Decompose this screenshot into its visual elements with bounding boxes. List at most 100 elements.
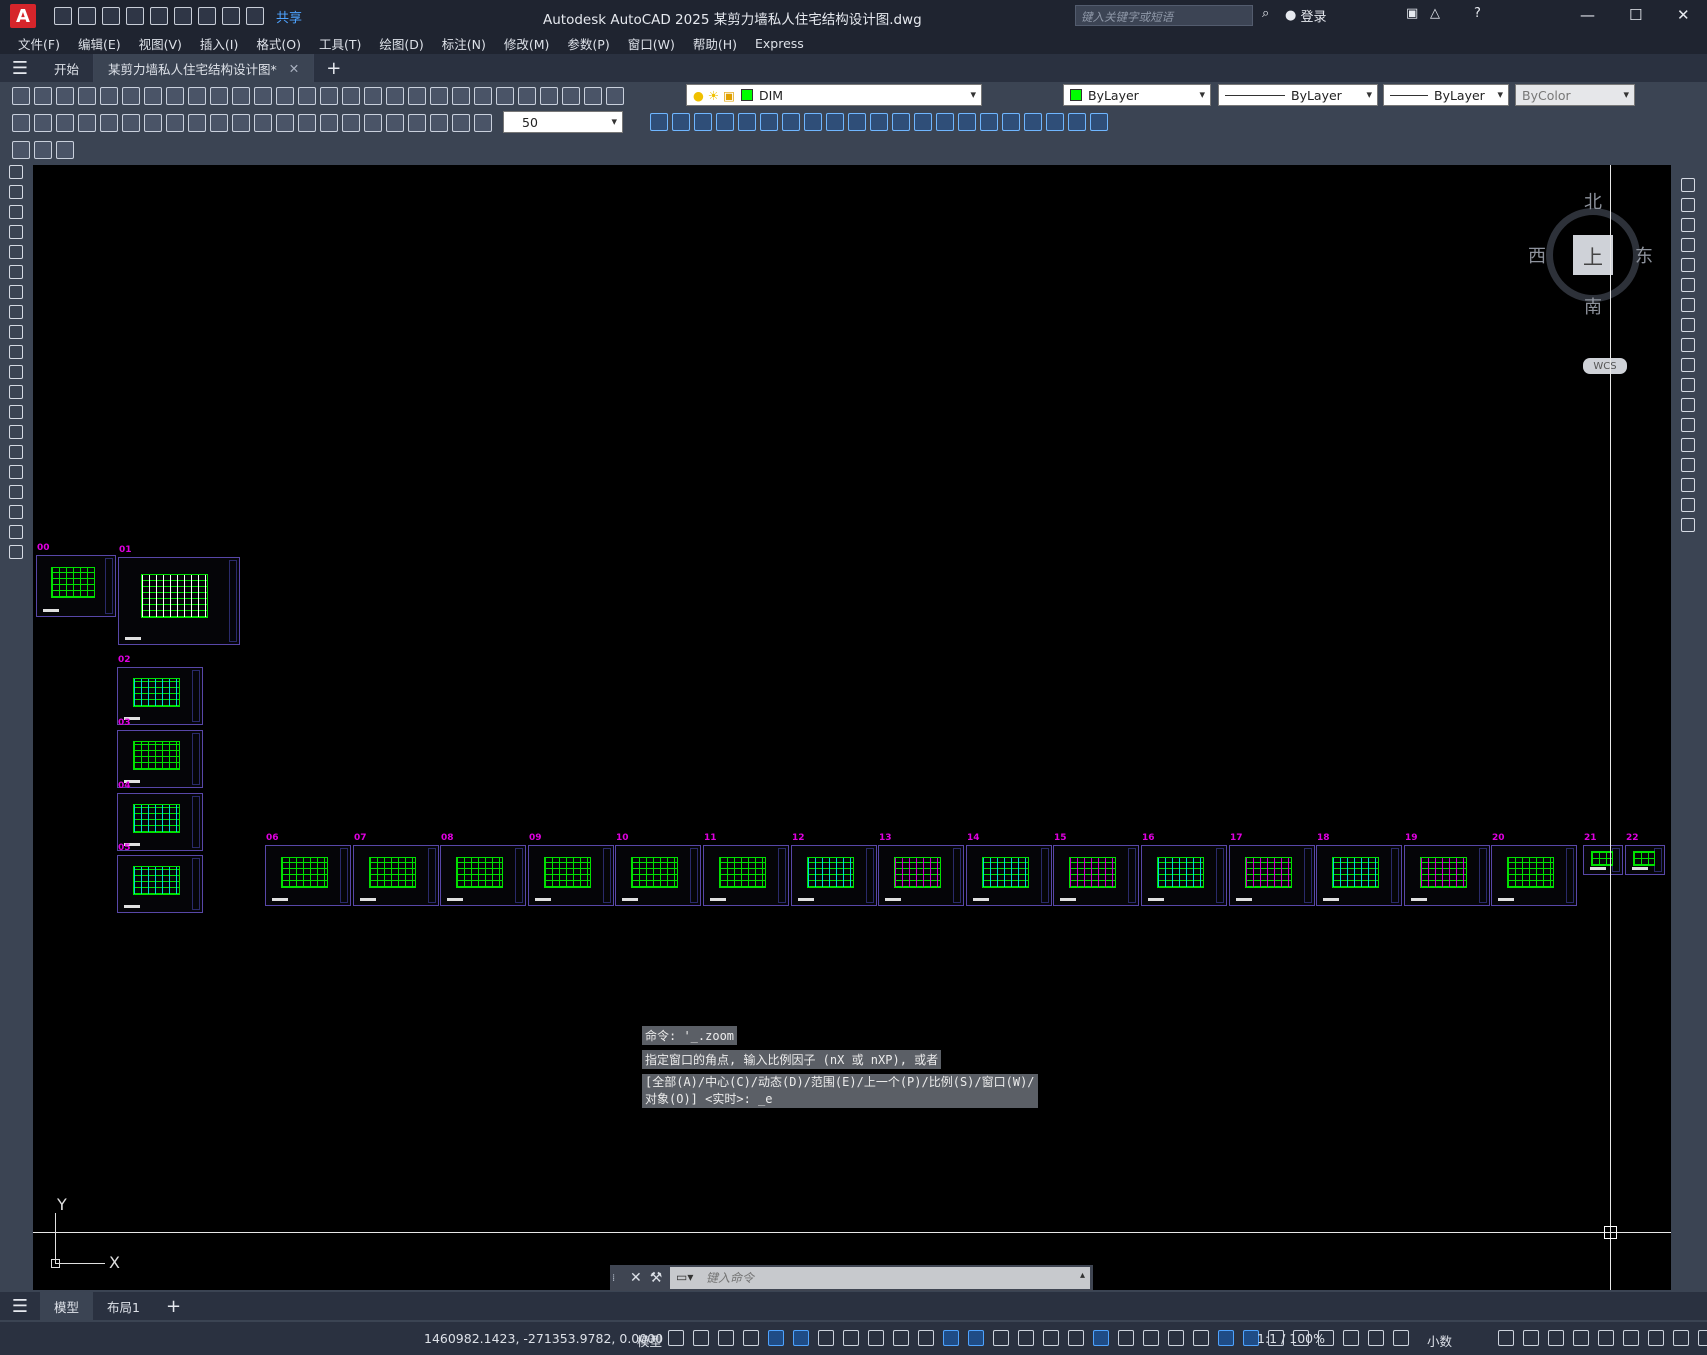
hamburger-icon[interactable]: ☰ <box>0 54 40 82</box>
drawing-sheet[interactable]: 13 <box>878 833 964 906</box>
draw-tool-icon[interactable] <box>9 345 23 359</box>
dimscale-dropdown[interactable]: 50 ▾ <box>503 111 623 133</box>
draw-tool-icon[interactable] <box>9 505 23 519</box>
status-toggle-icon[interactable] <box>1018 1330 1034 1346</box>
new-layout-icon[interactable]: + <box>154 1292 193 1320</box>
status-toggle-icon[interactable] <box>1043 1330 1059 1346</box>
modify-tool-icon[interactable] <box>1681 238 1695 252</box>
drawing-sheet[interactable]: 02 <box>117 655 203 725</box>
drawing-sheet[interactable]: 03 <box>117 718 203 788</box>
draw-tool-icon[interactable] <box>9 265 23 279</box>
drawing-sheet[interactable]: 14 <box>966 833 1052 906</box>
status-toggle-icon[interactable] <box>693 1330 709 1346</box>
modify-tool-icon[interactable] <box>1681 418 1695 432</box>
status-toggle-icon[interactable] <box>818 1330 834 1346</box>
drawing-sheet[interactable]: 21 <box>1583 833 1623 875</box>
modify-tool-icon[interactable] <box>1681 198 1695 212</box>
draw-tool-icon[interactable] <box>9 165 23 179</box>
menu-dimension[interactable]: 标注(N) <box>442 34 486 53</box>
dimension-tool-icon[interactable] <box>430 113 448 132</box>
dimension-tool-icon[interactable] <box>12 113 30 132</box>
dimension-tool-icon[interactable] <box>210 113 228 132</box>
dimension-tool-icon[interactable] <box>188 113 206 132</box>
toolbar-tool-icon[interactable] <box>430 86 448 105</box>
status-toggle-icon[interactable] <box>943 1330 959 1346</box>
draw-tool-icon[interactable] <box>9 385 23 399</box>
toolbar-tool-icon[interactable] <box>386 86 404 105</box>
status-tool-icon[interactable] <box>1573 1330 1589 1346</box>
help-icon[interactable]: ? <box>1474 6 1481 21</box>
drawing-sheet[interactable]: 19 <box>1404 833 1490 906</box>
compass-north[interactable]: 北 <box>1584 188 1602 214</box>
close-tab-icon[interactable]: ✕ <box>289 61 299 76</box>
menu-file[interactable]: 文件(F) <box>18 34 60 53</box>
draw-tool-icon[interactable] <box>9 185 23 199</box>
plot-icon[interactable] <box>198 7 216 25</box>
menu-format[interactable]: 格式(O) <box>256 34 301 53</box>
menu-parametric[interactable]: 参数(P) <box>567 34 609 53</box>
status-toggle-icon[interactable] <box>1143 1330 1159 1346</box>
color-dropdown[interactable]: ByLayer ▾ <box>1063 84 1211 106</box>
app-logo[interactable]: A <box>10 4 36 28</box>
modify-tool-icon[interactable] <box>1681 458 1695 472</box>
close-command-icon[interactable]: ✕ <box>630 1270 642 1286</box>
draw-tool-icon[interactable] <box>9 485 23 499</box>
dimension-tool-icon[interactable] <box>408 113 426 132</box>
dimension-tool-icon[interactable] <box>122 113 140 132</box>
status-toggle-icon[interactable] <box>1343 1330 1359 1346</box>
export-icon[interactable] <box>174 7 192 25</box>
status-toggle-icon[interactable] <box>793 1330 809 1346</box>
cart-icon[interactable]: ▣ <box>1406 6 1418 21</box>
lineweight-dropdown[interactable]: ByLayer ▾ <box>1383 84 1509 106</box>
draw-tool-icon[interactable] <box>9 365 23 379</box>
modify-tool-icon[interactable] <box>892 113 910 131</box>
dimension-tool-icon[interactable] <box>452 113 470 132</box>
status-toggle-icon[interactable] <box>1368 1330 1384 1346</box>
drawing-sheet[interactable]: 06 <box>265 833 351 906</box>
toolbar-tool-icon[interactable] <box>342 86 360 105</box>
draw-tool-icon[interactable] <box>9 465 23 479</box>
toolbar-tool-icon[interactable] <box>276 86 294 105</box>
drawing-sheet[interactable]: 15 <box>1053 833 1139 906</box>
modify-tool-icon[interactable] <box>1068 113 1086 131</box>
toolbar-tool-icon[interactable] <box>12 86 30 105</box>
modify-tool-icon[interactable] <box>1681 258 1695 272</box>
modify-tool-icon[interactable] <box>958 113 976 131</box>
toolbar-tool-icon[interactable] <box>254 86 272 105</box>
draw-tool-icon[interactable] <box>9 225 23 239</box>
dimension-tool-icon[interactable] <box>276 113 294 132</box>
drawing-sheet[interactable]: 00 <box>36 543 116 617</box>
dimension-tool-icon[interactable] <box>78 113 96 132</box>
dimension-tool-icon[interactable] <box>364 113 382 132</box>
menu-insert[interactable]: 插入(I) <box>200 34 238 53</box>
dimension-tool-icon[interactable] <box>144 113 162 132</box>
menu-edit[interactable]: 编辑(E) <box>78 34 121 53</box>
toolbar-tool-icon[interactable] <box>188 86 206 105</box>
modify-tool-icon[interactable] <box>936 113 954 131</box>
modify-tool-icon[interactable] <box>782 113 800 131</box>
drawing-sheet[interactable]: 08 <box>440 833 526 906</box>
modify-tool-icon[interactable] <box>1024 113 1042 131</box>
modify-tool-icon[interactable] <box>1090 113 1108 131</box>
status-toggle-icon[interactable] <box>768 1330 784 1346</box>
drawing-sheet[interactable]: 05 <box>117 843 203 913</box>
modify-tool-icon[interactable] <box>1046 113 1064 131</box>
drawing-sheet[interactable]: 17 <box>1229 833 1315 906</box>
wcs-menu[interactable]: WCS <box>1583 358 1627 374</box>
chevron-up-icon[interactable]: ▴ <box>1080 1270 1085 1281</box>
toolbar-tool-icon[interactable] <box>540 86 558 105</box>
tab-layout1[interactable]: 布局1 <box>93 1292 154 1320</box>
toolbar-tool-icon[interactable] <box>100 86 118 105</box>
modify-tool-icon[interactable] <box>1681 218 1695 232</box>
viewcube[interactable]: 上 北 南 东 西 WCS <box>1528 188 1658 374</box>
drawing-sheet[interactable]: 20 <box>1491 833 1577 906</box>
compass-west[interactable]: 西 <box>1528 242 1546 268</box>
status-toggle-icon[interactable] <box>1168 1330 1184 1346</box>
express-tool-icon[interactable] <box>12 141 30 159</box>
tab-start[interactable]: 开始 <box>40 54 95 82</box>
units-selector[interactable]: 小数 <box>1427 1331 1452 1350</box>
modify-tool-icon[interactable] <box>804 113 822 131</box>
dimension-tool-icon[interactable] <box>386 113 404 132</box>
toolbar-tool-icon[interactable] <box>606 86 624 105</box>
status-tool-icon[interactable] <box>1548 1330 1564 1346</box>
